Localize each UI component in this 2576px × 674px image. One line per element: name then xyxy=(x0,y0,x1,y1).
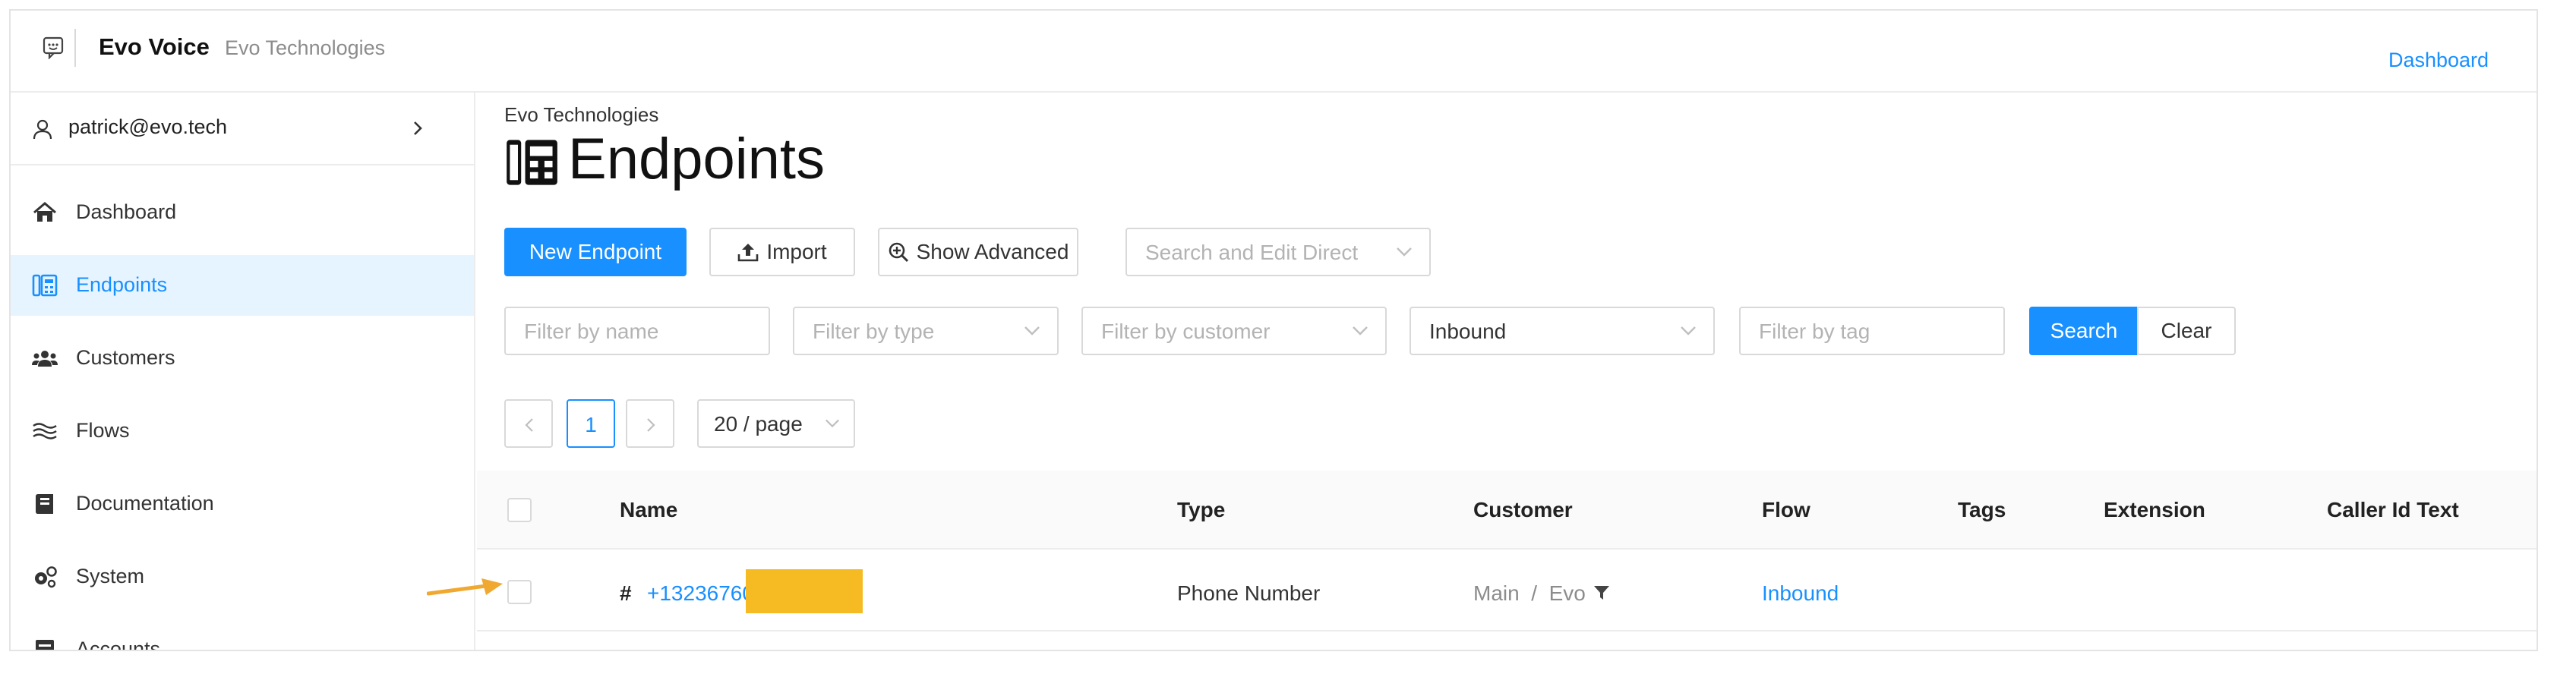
show-advanced-button[interactable]: Show Advanced xyxy=(878,228,1078,276)
sidebar-item-label: Documentation xyxy=(76,492,214,515)
filter-direction-value: Inbound xyxy=(1429,320,1507,343)
column-header-caller-id-text[interactable]: Caller Id Text xyxy=(2327,498,2459,522)
chevron-down-icon xyxy=(1353,326,1368,335)
hash-icon: # xyxy=(620,581,632,605)
main-content: Evo Technologies Endpoints New Endpoint … xyxy=(477,93,2537,650)
chevron-right-icon xyxy=(647,418,655,432)
search-label: Search xyxy=(2050,319,2118,342)
clear-label: Clear xyxy=(2161,319,2212,342)
new-endpoint-button[interactable]: New Endpoint xyxy=(504,228,687,276)
chevron-down-icon xyxy=(1681,326,1696,335)
column-header-type[interactable]: Type xyxy=(1177,498,1225,522)
user-icon xyxy=(33,119,52,140)
clear-button[interactable]: Clear xyxy=(2137,307,2236,355)
column-header-name[interactable]: Name xyxy=(620,498,677,522)
app-logo[interactable] xyxy=(32,29,76,67)
book-icon xyxy=(36,494,53,514)
filter-customer-select[interactable]: Filter by customer xyxy=(1081,307,1387,355)
user-menu[interactable]: patrick@evo.tech xyxy=(11,93,474,165)
sidebar-item-label: Customers xyxy=(76,346,175,369)
filter-tag-input[interactable]: Filter by tag xyxy=(1739,307,2005,355)
sidebar-item-label: Dashboard xyxy=(76,200,177,223)
tab-dashboard-label: Dashboard xyxy=(2388,49,2489,71)
upload-icon xyxy=(738,244,759,262)
user-email: patrick@evo.tech xyxy=(68,115,227,138)
app-org-name: Evo Technologies xyxy=(225,36,386,59)
sidebar-item-label: Endpoints xyxy=(76,273,168,296)
sidebar-item-label: System xyxy=(76,565,145,587)
page-title: Endpoints xyxy=(568,127,826,191)
prev-page-button[interactable] xyxy=(504,399,553,448)
annotation-arrow-icon xyxy=(427,578,503,596)
page-size-select[interactable]: 20 / page xyxy=(697,399,855,448)
flows-icon xyxy=(33,423,57,439)
filter-name-placeholder: Filter by name xyxy=(524,320,659,343)
page-1-button[interactable]: 1 xyxy=(567,399,615,448)
column-header-extension[interactable]: Extension xyxy=(2104,498,2205,522)
app-window: Evo Voice Evo Technologies Dashboard pat… xyxy=(9,9,2538,651)
chat-logo-icon xyxy=(43,36,64,59)
breadcrumb[interactable]: Evo Technologies xyxy=(504,103,658,127)
sidebar-item-flows[interactable]: Flows xyxy=(11,401,474,461)
current-page-number: 1 xyxy=(585,413,597,436)
sidebar-item-dashboard[interactable]: Dashboard xyxy=(11,182,474,243)
table-header: Name Type Customer Flow Tags Extension C… xyxy=(477,471,2537,550)
select-all-checkbox[interactable] xyxy=(507,498,532,522)
endpoints-icon xyxy=(507,140,557,185)
search-direct-placeholder: Search and Edit Direct xyxy=(1145,241,1359,264)
column-header-customer[interactable]: Customer xyxy=(1473,498,1573,522)
column-header-flow[interactable]: Flow xyxy=(1762,498,1810,522)
endpoints-icon xyxy=(32,274,58,297)
sidebar: patrick@evo.tech Dashboard Endpoints Cus… xyxy=(11,93,475,651)
page-size-value: 20 / page xyxy=(714,412,803,436)
app-name: Evo Voice xyxy=(99,33,210,60)
redaction-box xyxy=(746,569,863,613)
sidebar-item-label: Flows xyxy=(76,419,130,442)
tab-dashboard[interactable]: Dashboard xyxy=(2356,11,2521,100)
filter-customer-placeholder: Filter by customer xyxy=(1101,320,1271,343)
row-checkbox[interactable] xyxy=(507,580,532,604)
search-direct-select[interactable]: Search and Edit Direct xyxy=(1125,228,1431,276)
endpoint-name-link[interactable]: +13236760 xyxy=(647,581,754,606)
chevron-right-icon xyxy=(414,121,422,135)
endpoint-flow-link[interactable]: Inbound xyxy=(1762,581,1839,606)
chevron-down-icon xyxy=(826,419,839,428)
filter-name-input[interactable]: Filter by name xyxy=(504,307,770,355)
filter-direction-select[interactable]: Inbound xyxy=(1410,307,1715,355)
search-button[interactable]: Search xyxy=(2029,307,2139,355)
sidebar-item-customers[interactable]: Customers xyxy=(11,328,474,389)
endpoint-customer[interactable]: Main / Evo xyxy=(1473,581,1586,606)
column-header-tags[interactable]: Tags xyxy=(1958,498,2006,522)
home-icon xyxy=(33,202,56,222)
top-header: Evo Voice Evo Technologies Dashboard xyxy=(11,11,2537,100)
gears-icon xyxy=(35,566,57,588)
show-advanced-label: Show Advanced xyxy=(916,240,1069,263)
filter-icon[interactable] xyxy=(1593,584,1610,601)
sidebar-item-documentation[interactable]: Documentation xyxy=(11,474,474,534)
chevron-left-icon xyxy=(525,418,533,432)
filter-type-placeholder: Filter by type xyxy=(813,320,935,343)
sidebar-item-accounts[interactable]: Accounts xyxy=(11,619,474,651)
users-icon xyxy=(32,351,58,367)
chevron-down-icon xyxy=(1397,247,1412,257)
filter-tag-placeholder: Filter by tag xyxy=(1759,320,1870,343)
import-button[interactable]: Import xyxy=(709,228,855,276)
sidebar-item-endpoints[interactable]: Endpoints xyxy=(11,255,474,316)
endpoint-type: Phone Number xyxy=(1177,581,1321,605)
filter-type-select[interactable]: Filter by type xyxy=(793,307,1059,355)
zoom-in-icon xyxy=(889,242,908,263)
sidebar-item-system[interactable]: System xyxy=(11,546,474,607)
next-page-button[interactable] xyxy=(626,399,674,448)
sidebar-item-label: Accounts xyxy=(76,638,161,651)
import-label: Import xyxy=(766,240,827,263)
new-endpoint-label: New Endpoint xyxy=(529,240,662,263)
chevron-down-icon xyxy=(1024,326,1040,335)
accounts-icon xyxy=(36,640,54,650)
